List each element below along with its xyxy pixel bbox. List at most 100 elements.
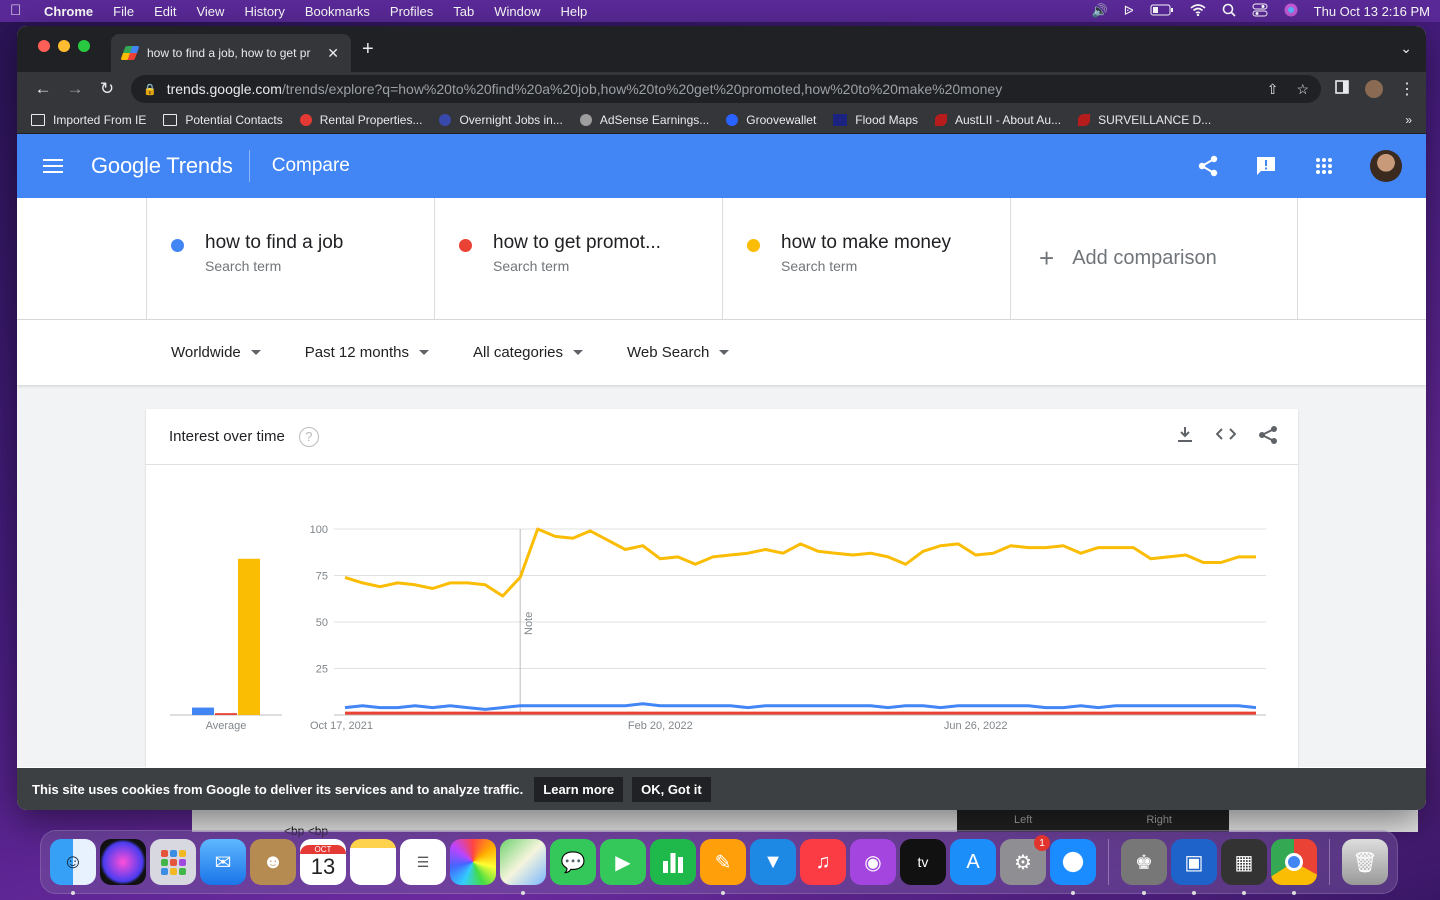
- menu-history[interactable]: History: [244, 4, 284, 19]
- contacts-icon[interactable]: ☻: [250, 839, 296, 885]
- menu-profiles[interactable]: Profiles: [390, 4, 433, 19]
- feedback-icon[interactable]: [1254, 154, 1278, 178]
- facetime-icon[interactable]: ▶: [600, 839, 646, 885]
- volume-icon[interactable]: 🔊: [1091, 3, 1107, 19]
- filter-region-dropdown[interactable]: Worldwide: [171, 344, 261, 361]
- apple-menu-icon[interactable]: : [10, 3, 26, 19]
- term-name[interactable]: how to make money: [781, 232, 1011, 254]
- notes-icon[interactable]: [350, 839, 396, 885]
- zoom-window-button[interactable]: [78, 40, 90, 52]
- forward-icon[interactable]: →: [59, 79, 91, 99]
- apps-grid-icon[interactable]: [1312, 154, 1336, 178]
- close-tab-icon[interactable]: ✕: [327, 45, 339, 62]
- bookmark-label: Overnight Jobs in...: [459, 112, 563, 127]
- filter-category-dropdown[interactable]: All categories: [473, 344, 584, 361]
- numbers-icon[interactable]: [650, 839, 696, 885]
- profile-avatar-icon[interactable]: [1365, 80, 1383, 98]
- back-icon[interactable]: ←: [27, 79, 59, 99]
- keynote-icon[interactable]: ▼: [750, 839, 796, 885]
- share-chart-icon[interactable]: [1258, 425, 1278, 449]
- siri-app-icon[interactable]: [100, 839, 146, 885]
- menu-file[interactable]: File: [113, 4, 134, 19]
- new-tab-icon[interactable]: +: [362, 38, 374, 61]
- surveillance-icon: [1078, 113, 1091, 126]
- control-center-icon[interactable]: [1252, 3, 1268, 20]
- address-bar[interactable]: 🔒 trends.google.com /trends/explore?q=ho…: [131, 75, 1321, 103]
- menu-view[interactable]: View: [196, 4, 224, 19]
- chrome-menu-icon[interactable]: ⋮: [1399, 79, 1415, 99]
- bookmark-adsense-earnings[interactable]: AdSense Earnings...: [579, 113, 709, 127]
- messages-icon[interactable]: 💬: [550, 839, 596, 885]
- hamburger-menu-icon[interactable]: [43, 159, 63, 173]
- search-term-2[interactable]: how to get promot... Search term: [434, 198, 722, 319]
- term-name[interactable]: how to find a job: [205, 232, 435, 254]
- interest-over-time-chart[interactable]: 25 50 75 100 Average Note Oct 17, 2021 Feb 20, …: [146, 465, 1298, 785]
- term-name[interactable]: how to get promot...: [493, 232, 723, 254]
- learn-more-button[interactable]: Learn more: [534, 776, 624, 802]
- bookmark-flood-maps[interactable]: Flood Maps: [833, 113, 918, 127]
- share-icon[interactable]: [1196, 154, 1220, 178]
- close-window-button[interactable]: [38, 40, 50, 52]
- calculator-icon[interactable]: ▦: [1221, 839, 1267, 895]
- app-store-icon[interactable]: A: [950, 839, 996, 885]
- music-icon[interactable]: ♫: [800, 839, 846, 885]
- notification-badge: 1: [1034, 835, 1050, 851]
- bluetooth-icon[interactable]: ᐉ: [1124, 3, 1134, 19]
- account-avatar[interactable]: [1370, 150, 1402, 182]
- reload-icon[interactable]: ↻: [91, 79, 123, 99]
- browser-tab-active[interactable]: how to find a job, how to get pr ✕: [111, 34, 351, 72]
- bookmark-imported-from-ie[interactable]: Imported From IE: [31, 113, 146, 127]
- bookmark-rental-properties[interactable]: Rental Properties...: [299, 113, 422, 127]
- more-bookmarks-icon[interactable]: »: [1405, 113, 1412, 127]
- clock[interactable]: Thu Oct 13 2:16 PM: [1314, 4, 1430, 19]
- maps-icon[interactable]: [500, 839, 546, 895]
- reminders-icon[interactable]: ☰: [400, 839, 446, 885]
- download-csv-icon[interactable]: [1176, 425, 1194, 449]
- bookmark-surveillance[interactable]: SURVEILLANCE D...: [1078, 113, 1211, 127]
- menu-help[interactable]: Help: [561, 4, 588, 19]
- search-term-3[interactable]: how to make money Search term: [722, 198, 1010, 319]
- add-comparison-button[interactable]: + Add comparison: [1010, 198, 1298, 319]
- pages-icon[interactable]: ✎: [700, 839, 746, 895]
- launchpad-icon[interactable]: [150, 839, 196, 885]
- search-term-1[interactable]: how to find a job Search term: [146, 198, 434, 319]
- tab-strip: how to find a job, how to get pr ✕ + ⌄: [17, 26, 1426, 72]
- chrome-icon[interactable]: [1271, 839, 1317, 895]
- lock-icon[interactable]: 🔒: [143, 83, 157, 96]
- apple-tv-icon[interactable]: tv: [900, 839, 946, 885]
- siri-icon[interactable]: [1284, 3, 1298, 20]
- ok-got-it-button[interactable]: OK, Got it: [632, 776, 711, 802]
- photos-icon[interactable]: [450, 839, 496, 885]
- help-icon[interactable]: ?: [298, 426, 319, 447]
- podcasts-icon[interactable]: ◉: [850, 839, 896, 885]
- menu-edit[interactable]: Edit: [154, 4, 176, 19]
- bookmark-star-icon[interactable]: ☆: [1296, 81, 1309, 98]
- sequel-app-icon[interactable]: ♚: [1121, 839, 1167, 895]
- filter-time-dropdown[interactable]: Past 12 months: [305, 344, 429, 361]
- menu-window[interactable]: Window: [494, 4, 540, 19]
- embed-code-icon[interactable]: [1215, 425, 1237, 449]
- menu-tab[interactable]: Tab: [453, 4, 474, 19]
- bookmark-austlii[interactable]: AustLII - About Au...: [935, 113, 1061, 127]
- calendar-icon[interactable]: OCT 13: [300, 839, 346, 885]
- wifi-icon[interactable]: [1190, 3, 1206, 19]
- google-trends-logo[interactable]: Google Trends: [91, 153, 233, 179]
- bookmark-groovewallet[interactable]: Groovewallet: [726, 113, 816, 127]
- battery-icon[interactable]: [1150, 4, 1174, 19]
- window-manager-icon[interactable]: ▣: [1171, 839, 1217, 895]
- filter-search-type-dropdown[interactable]: Web Search: [627, 344, 730, 361]
- spotlight-icon[interactable]: [1222, 3, 1236, 20]
- menu-bookmarks[interactable]: Bookmarks: [305, 4, 370, 19]
- menu-app-name[interactable]: Chrome: [44, 4, 93, 19]
- finder-icon[interactable]: ☺: [50, 839, 96, 895]
- bookmark-overnight-jobs[interactable]: Overnight Jobs in...: [439, 112, 563, 127]
- minimize-window-button[interactable]: [58, 40, 70, 52]
- mail-icon[interactable]: ✉: [200, 839, 246, 885]
- trash-icon[interactable]: 🗑: [1342, 839, 1388, 885]
- side-panel-icon[interactable]: [1335, 79, 1349, 99]
- tab-search-chevron-icon[interactable]: ⌄: [1400, 40, 1412, 57]
- share-page-icon[interactable]: ⇧: [1267, 81, 1279, 98]
- bookmark-potential-contacts[interactable]: Potential Contacts: [163, 113, 283, 127]
- safari-icon[interactable]: [1050, 839, 1096, 895]
- system-preferences-icon[interactable]: ⚙ 1: [1000, 835, 1050, 885]
